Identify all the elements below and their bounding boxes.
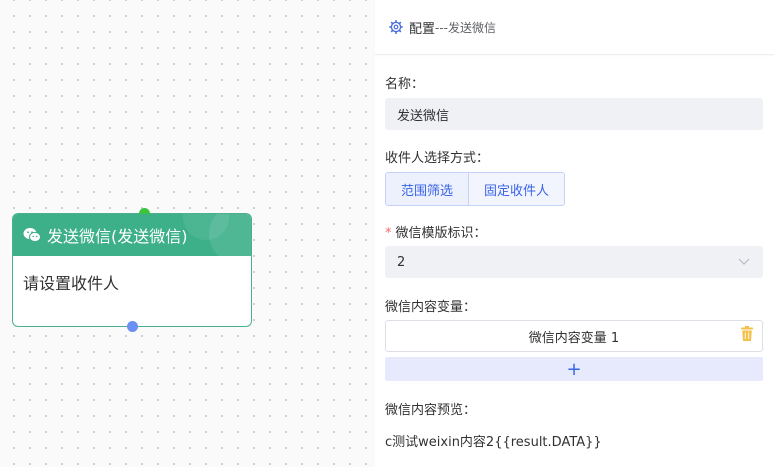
template-label-text: 微信模版标识： — [395, 226, 487, 241]
panel-subtitle: ---发送微信 — [435, 20, 497, 35]
recipient-mode-range-button[interactable]: 范围筛选 — [386, 173, 469, 205]
recipient-mode-group: 范围筛选 固定收件人 — [385, 172, 566, 206]
flow-canvas[interactable]: 发送微信(发送微信) 请设置收件人 — [0, 0, 375, 467]
wechat-icon — [23, 228, 41, 243]
node-title: 发送微信(发送微信) — [47, 227, 188, 246]
panel-title: 配置 — [409, 21, 436, 37]
flow-node-send-wechat[interactable]: 发送微信(发送微信) 请设置收件人 — [12, 208, 252, 332]
name-label: 名称： — [385, 77, 425, 92]
node-body-text: 请设置收件人 — [23, 274, 120, 293]
add-variable-button[interactable]: + — [385, 357, 763, 381]
trash-icon[interactable] — [740, 326, 754, 342]
chevron-down-icon — [738, 258, 750, 265]
config-panel: 配置 ---发送微信 名称： 发送微信 收件人选择方式： 范围筛选 固定收件人 … — [375, 0, 774, 467]
preview-label: 微信内容预览： — [385, 403, 477, 418]
variable-item-label: 微信内容变量 1 — [528, 330, 620, 346]
template-select-value: 2 — [397, 254, 406, 270]
name-input[interactable]: 发送微信 — [385, 98, 763, 130]
variables-label: 微信内容变量： — [385, 300, 477, 315]
recipient-mode-label: 收件人选择方式： — [385, 151, 490, 166]
required-asterisk: * — [385, 226, 392, 241]
gear-icon — [389, 20, 403, 34]
panel-header: 配置 ---发送微信 — [375, 0, 774, 55]
template-select[interactable]: 2 — [385, 246, 763, 278]
recipient-mode-fixed-button[interactable]: 固定收件人 — [468, 173, 565, 205]
node-header: 发送微信(发送微信) — [13, 214, 251, 256]
template-label: * 微信模版标识： — [385, 222, 487, 241]
variable-item[interactable]: 微信内容变量 1 — [385, 320, 763, 352]
preview-text: c测试weixin内容2{{result.DATA}} — [385, 435, 602, 450]
node-output-port[interactable] — [127, 321, 138, 332]
name-input-value: 发送微信 — [397, 108, 450, 124]
